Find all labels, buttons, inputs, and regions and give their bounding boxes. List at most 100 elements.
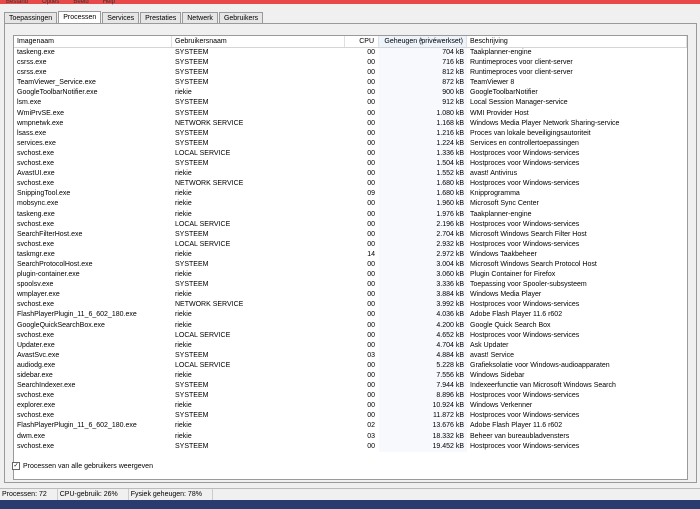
menu-item-help[interactable]: Help [103,0,115,5]
cell-memory: 4.200 kB [379,320,467,331]
table-row[interactable]: svchost.exe SYSTEEM 00 19.452 kB Hostproces … [14,441,687,452]
sort-arrow-icon: ▲ [419,37,424,43]
cell-memory: 716 kB [379,58,467,69]
cell-username: riekie [175,89,192,97]
table-row[interactable]: lsass.exe SYSTEEM 00 1.216 kB Proces van lok… [14,128,687,139]
cell-description: Microsoft Windows Search Filter Host [470,230,587,238]
menu-item-opties[interactable]: Opties [42,0,59,5]
table-row[interactable]: lsm.exe SYSTEEM 00 912 kB Local Session Mana… [14,98,687,109]
column-header-username[interactable]: Gebruikersnaam [172,36,345,47]
table-row[interactable]: svchost.exe LOCAL SERVICE 00 4.652 kB Hostpr… [14,330,687,341]
table-row[interactable]: svchost.exe SYSTEEM 00 11.872 kB Hostproces … [14,411,687,422]
cell-imagename: Updater.exe [17,341,55,349]
table-row[interactable]: SearchProtocolHost.exe SYSTEEM 00 3.004 kB M… [14,259,687,271]
cell-description: Hostproces voor Windows-services [470,301,580,309]
cell-imagename: SearchFilterHost.exe [17,230,83,238]
table-row[interactable]: FlashPlayerPlugin_11_6_602_180.exe riekie… [14,310,687,321]
table-row[interactable]: svchost.exe LOCAL SERVICE 00 2.932 kB Hostpr… [14,239,687,250]
show-all-users-checkbox[interactable]: ✓ [12,462,20,470]
cell-cpu: 03 [367,432,375,440]
table-row[interactable]: WmiPrvSE.exe SYSTEEM 00 1.080 kB WMI Provide… [14,108,687,119]
column-header-imagename[interactable]: Imagenaam [14,36,172,47]
table-row[interactable]: TeamViewer_Service.exe SYSTEEM 00 872 kB Tea… [14,78,687,89]
table-row[interactable]: csrss.exe SYSTEEM 00 716 kB Runtimeproces vo… [14,58,687,69]
table-row[interactable]: taskmgr.exe riekie 14 2.972 kB Windows Taakb… [14,249,687,260]
cell-username: SYSTEEM [175,109,209,117]
cell-memory: 2.196 kB [379,219,467,230]
table-row[interactable]: taskeng.exe riekie 00 1.976 kB Taakplanner-e… [14,209,687,220]
cell-username: NETWORK SERVICE [175,119,244,127]
table-row[interactable]: services.exe SYSTEEM 00 1.224 kB Services en… [14,138,687,149]
cell-imagename: taskmgr.exe [17,250,55,258]
table-row[interactable]: svchost.exe NETWORK SERVICE 00 3.992 kB Host… [14,300,687,311]
cell-description: Grafieksolatie voor Windows-audioapparat… [470,361,610,369]
cell-cpu: 00 [367,160,375,168]
cell-username: SYSTEEM [175,260,209,268]
cell-imagename: SearchProtocolHost.exe [17,260,93,268]
cell-cpu: 00 [367,341,375,349]
table-row[interactable]: taskeng.exe SYSTEEM 00 704 kB Taakplanner-en… [14,48,687,59]
table-row[interactable]: sidebar.exe riekie 00 7.556 kB Windows Sideb… [14,371,687,382]
show-all-users-label: Processen van alle gebruikers weergeven [23,462,153,470]
table-row[interactable]: explorer.exe riekie 00 10.924 kB Windows Ver… [14,401,687,412]
table-row[interactable]: dwm.exe riekie 03 18.332 kB Beheer van burea… [14,431,687,442]
cell-description: Adobe Flash Player 11.6 r602 [470,311,563,319]
table-row[interactable]: spoolsv.exe SYSTEEM 00 3.336 kB Toepassing v… [14,280,687,291]
table-row[interactable]: Updater.exe riekie 00 4.704 kB Ask Updater [14,340,687,351]
cell-description: Local Session Manager-service [470,99,568,107]
table-row[interactable]: SearchIndexer.exe SYSTEEM 00 7.944 kB Indexe… [14,381,687,392]
cell-username: SYSTEEM [175,79,209,87]
cell-username: riekie [175,402,192,410]
table-row[interactable]: wmplayer.exe riekie 00 3.884 kB Windows Medi… [14,290,687,301]
table-row[interactable]: wmpnetwk.exe NETWORK SERVICE 00 1.168 kB Win… [14,118,687,129]
cell-memory: 8.896 kB [379,391,467,402]
table-row[interactable]: svchost.exe SYSTEEM 00 8.896 kB Hostproces v… [14,391,687,402]
column-header-memory[interactable]: ▲ Geheugen (privéwerkset) [379,36,467,47]
column-header-cpu[interactable]: CPU [345,36,379,47]
table-row[interactable]: SnippingTool.exe riekie 09 1.680 kB Knipprog… [14,189,687,200]
table-row[interactable]: csrss.exe SYSTEEM 00 812 kB Runtimeproces vo… [14,68,687,79]
table-row[interactable]: svchost.exe LOCAL SERVICE 00 2.196 kB Hostpr… [14,219,687,230]
menu-item-bestand[interactable]: Bestand [6,0,28,5]
cell-cpu: 00 [367,139,375,147]
cell-cpu: 00 [367,271,375,279]
cell-memory: 1.336 kB [379,148,467,160]
cell-username: NETWORK SERVICE [175,301,244,309]
cell-imagename: svchost.exe [17,220,54,228]
cell-username: riekie [175,422,192,430]
cell-cpu: 00 [367,321,375,329]
cell-cpu: 00 [367,361,375,369]
table-row[interactable]: FlashPlayerPlugin_11_6_602_180.exe riekie… [14,421,687,432]
cell-description: Runtimeproces voor client-server [470,69,573,77]
table-row[interactable]: mobsync.exe riekie 00 1.960 kB Microsoft Syn… [14,199,687,210]
table-row[interactable]: SearchFilterHost.exe SYSTEEM 00 2.704 kB Mic… [14,229,687,240]
table-row[interactable]: AvastUI.exe riekie 00 1.552 kB avast! Antivi… [14,169,687,180]
table-row[interactable]: plugin-container.exe riekie 00 3.060 kB Plug… [14,270,687,281]
table-row[interactable]: AvastSvc.exe SYSTEEM 03 4.884 kB avast! Serv… [14,350,687,361]
process-list[interactable]: Imagenaam Gebruikersnaam CPU ▲ Geheugen (… [13,35,688,480]
cell-imagename: wmpnetwk.exe [17,119,64,127]
table-row[interactable]: svchost.exe SYSTEEM 00 1.504 kB Hostproces v… [14,159,687,170]
table-row[interactable]: svchost.exe NETWORK SERVICE 00 1.680 kB Host… [14,179,687,190]
cell-cpu: 00 [367,99,375,107]
cell-memory: 912 kB [379,98,467,109]
column-header-description[interactable]: Beschrijving [467,36,687,47]
table-row[interactable]: svchost.exe LOCAL SERVICE 00 1.336 kB Hostpr… [14,148,687,160]
cell-cpu: 00 [367,240,375,248]
table-row[interactable]: audiodg.exe LOCAL SERVICE 00 5.228 kB Grafie… [14,360,687,371]
menu-item-beeld[interactable]: Beeld [73,0,88,5]
cell-imagename: svchost.exe [17,412,54,420]
cell-memory: 7.556 kB [379,371,467,382]
cell-memory: 7.944 kB [379,381,467,392]
show-all-users-row[interactable]: ✓ Processen van alle gebruikers weergeve… [12,462,153,470]
cell-imagename: WmiPrvSE.exe [17,109,65,117]
cell-imagename: spoolsv.exe [17,281,54,289]
cell-imagename: dwm.exe [17,432,46,440]
cell-username: LOCAL SERVICE [175,220,231,228]
table-row[interactable]: GoogleQuickSearchBox.exe riekie 00 4.200 kB… [14,320,687,331]
cell-memory: 2.704 kB [379,229,467,240]
cell-cpu: 00 [367,149,375,157]
table-row[interactable]: GoogleToolbarNotifier.exe riekie 00 900 kB G… [14,88,687,99]
cell-description: Windows Media Player [470,291,542,299]
cell-memory: 872 kB [379,78,467,89]
